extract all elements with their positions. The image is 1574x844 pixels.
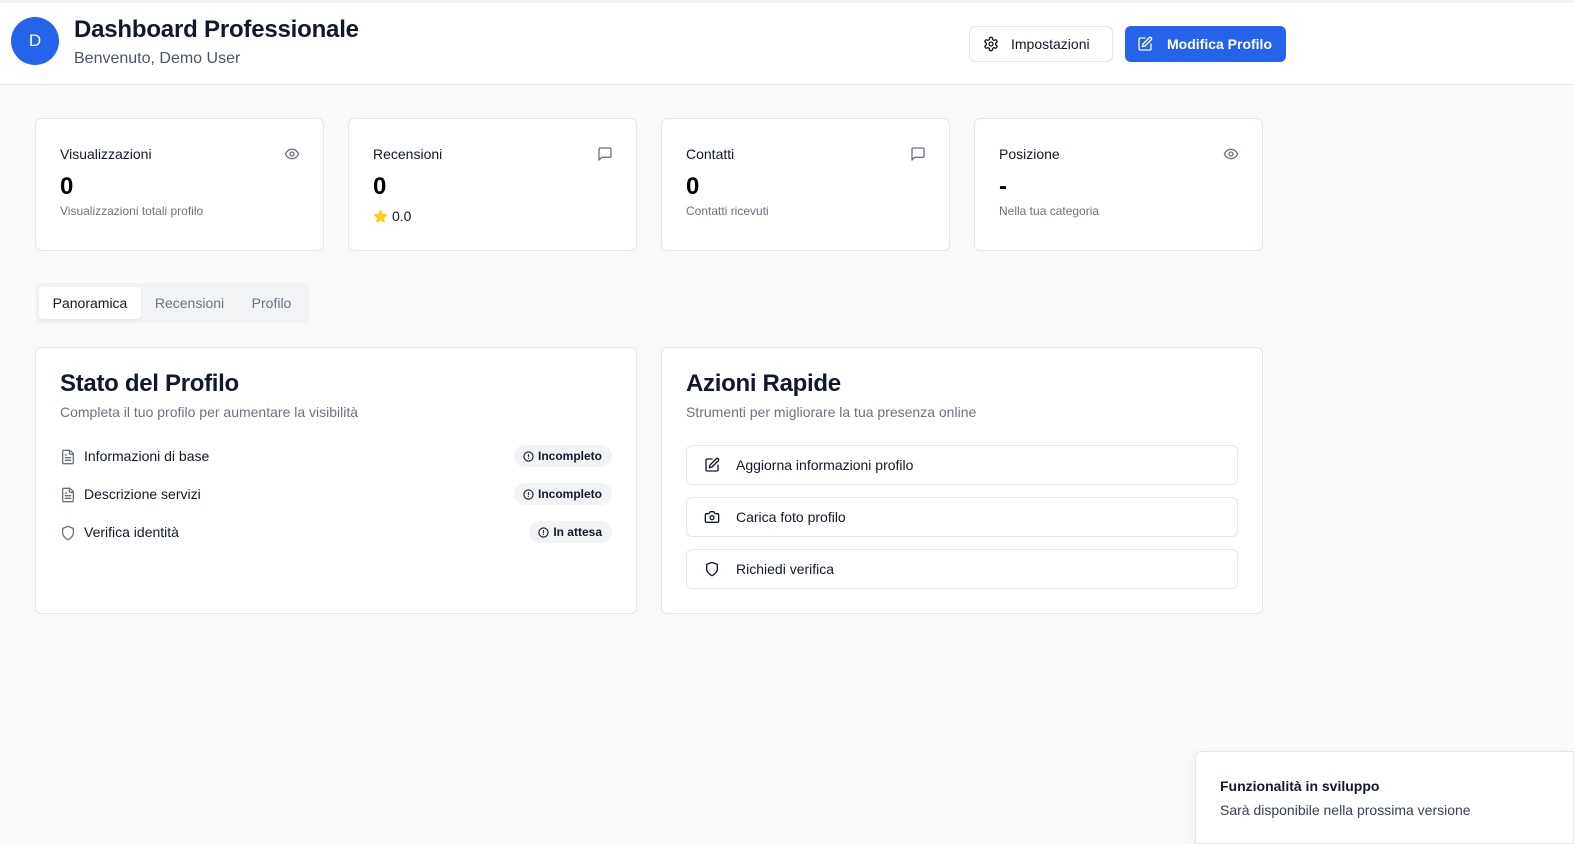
avatar: D bbox=[11, 17, 59, 65]
stat-value: - bbox=[999, 173, 1007, 200]
stat-title: Visualizzazioni bbox=[60, 146, 152, 162]
shield-icon bbox=[60, 525, 76, 541]
stat-description: Nella tua categoria bbox=[999, 204, 1100, 218]
action-label: Carica foto profilo bbox=[736, 509, 846, 525]
toast-title: Funzionalità in sviluppo bbox=[1220, 778, 1380, 794]
page-title: Dashboard Professionale bbox=[74, 16, 359, 43]
stat-card-reviews: Recensioni 0 0.0 bbox=[348, 118, 637, 251]
status-badge-text: Incompleto bbox=[537, 449, 602, 463]
alert-circle-icon bbox=[523, 488, 534, 500]
rating: 0.0 bbox=[373, 208, 411, 224]
stat-card-contacts: Contatti 0 Contatti ricevuti bbox=[661, 118, 950, 251]
stat-value: 0 bbox=[373, 173, 387, 200]
status-label: Verifica identità bbox=[84, 524, 179, 540]
stat-value: 0 bbox=[60, 173, 74, 200]
action-label: Aggiorna informazioni profilo bbox=[736, 457, 914, 473]
status-badge-text: Incompleto bbox=[537, 487, 602, 501]
stat-card-position: Posizione - Nella tua categoria bbox=[974, 118, 1263, 251]
status-badge-text: In attesa bbox=[553, 525, 602, 539]
toast-notification[interactable]: Funzionalità in sviluppo Sarà disponibil… bbox=[1195, 751, 1574, 844]
tab-profilo[interactable]: Profilo bbox=[238, 287, 305, 319]
message-square-icon bbox=[910, 146, 926, 162]
gear-icon bbox=[983, 36, 999, 52]
edit-icon bbox=[1137, 36, 1153, 52]
star-icon bbox=[373, 209, 388, 224]
stat-title: Recensioni bbox=[373, 146, 443, 162]
status-row-identity: Verifica identità In attesa bbox=[60, 521, 612, 545]
camera-icon bbox=[704, 509, 720, 525]
status-label: Informazioni di base bbox=[84, 448, 210, 464]
page-header: D Dashboard Professionale Benvenuto, Dem… bbox=[0, 0, 1574, 85]
stat-value: 0 bbox=[686, 173, 700, 200]
settings-button-label: Impostazioni bbox=[1011, 36, 1090, 52]
card-subtitle: Completa il tuo profilo per aumentare la… bbox=[60, 404, 359, 420]
status-badge: Incompleto bbox=[513, 445, 612, 467]
alert-circle-icon bbox=[523, 450, 534, 462]
eye-icon bbox=[284, 146, 300, 162]
card-title: Azioni Rapide bbox=[686, 370, 841, 397]
file-text-icon bbox=[60, 487, 76, 503]
settings-button[interactable]: Impostazioni bbox=[969, 26, 1113, 62]
stat-title: Contatti bbox=[686, 146, 735, 162]
alert-circle-icon bbox=[538, 526, 549, 538]
welcome-text: Benvenuto, Demo User bbox=[74, 50, 241, 67]
stat-title: Posizione bbox=[999, 146, 1060, 162]
file-text-icon bbox=[60, 449, 76, 465]
update-profile-info-button[interactable]: Aggiorna informazioni profilo bbox=[686, 445, 1238, 485]
request-verification-button[interactable]: Richiedi verifica bbox=[686, 549, 1238, 589]
edit-profile-button-label: Modifica Profilo bbox=[1167, 36, 1272, 52]
edit-profile-button[interactable]: Modifica Profilo bbox=[1125, 26, 1286, 62]
status-label: Descrizione servizi bbox=[84, 486, 201, 502]
stat-description: Contatti ricevuti bbox=[686, 204, 769, 218]
tab-panoramica[interactable]: Panoramica bbox=[39, 287, 141, 319]
shield-icon bbox=[704, 561, 720, 577]
card-subtitle: Strumenti per migliorare la tua presenza… bbox=[686, 404, 977, 420]
stat-description: Visualizzazioni totali profilo bbox=[60, 204, 204, 218]
toast-description: Sarà disponibile nella prossima versione bbox=[1220, 802, 1471, 818]
action-label: Richiedi verifica bbox=[736, 561, 835, 577]
profile-status-card: Stato del Profilo Completa il tuo profil… bbox=[35, 347, 637, 614]
rating-value: 0.0 bbox=[392, 208, 412, 224]
status-badge: Incompleto bbox=[513, 483, 612, 505]
card-title: Stato del Profilo bbox=[60, 370, 239, 397]
stat-card-views: Visualizzazioni 0 Visualizzazioni totali… bbox=[35, 118, 324, 251]
message-square-icon bbox=[597, 146, 613, 162]
upload-photo-button[interactable]: Carica foto profilo bbox=[686, 497, 1238, 537]
status-row-basic-info: Informazioni di base Incompleto bbox=[60, 445, 612, 469]
eye-icon bbox=[1223, 146, 1239, 162]
tab-recensioni[interactable]: Recensioni bbox=[141, 287, 238, 319]
tab-list: Panoramica Recensioni Profilo bbox=[35, 283, 309, 323]
status-badge: In attesa bbox=[529, 521, 612, 543]
edit-icon bbox=[704, 457, 720, 473]
quick-actions-card: Azioni Rapide Strumenti per migliorare l… bbox=[661, 347, 1263, 614]
status-row-services: Descrizione servizi Incompleto bbox=[60, 483, 612, 507]
